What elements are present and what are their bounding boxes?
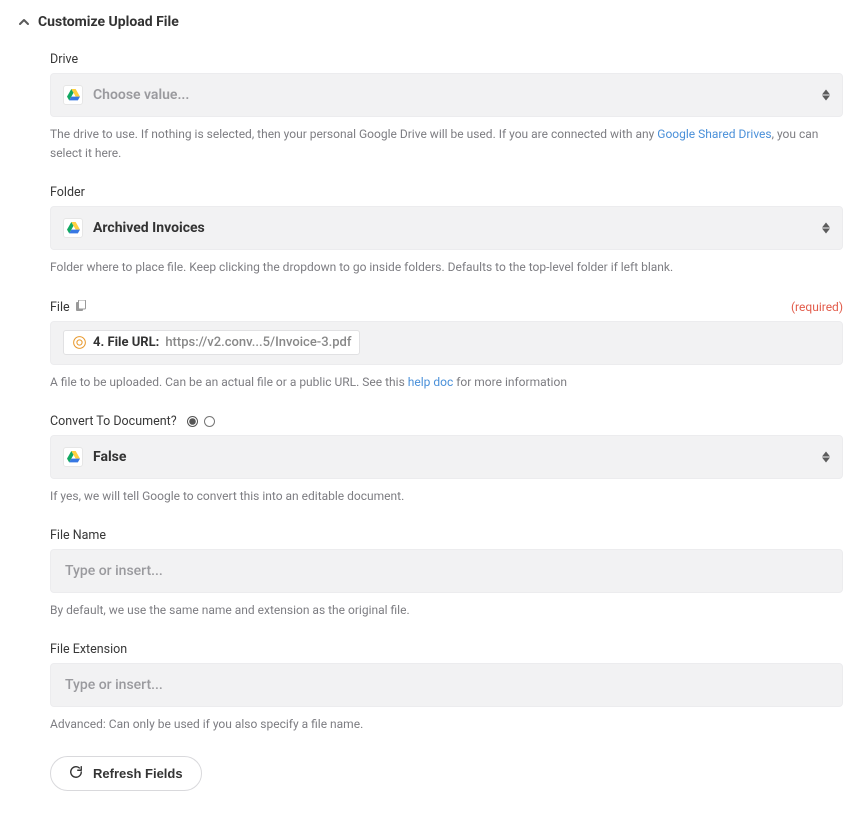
convert-value: False	[93, 449, 126, 465]
field-label-drive: Drive	[50, 52, 78, 67]
filename-help: By default, we use the same name and ext…	[50, 601, 843, 620]
drive-placeholder: Choose value...	[93, 87, 189, 103]
section-header[interactable]: Customize Upload File	[18, 14, 843, 30]
pill-label: 4. File URL:	[93, 335, 159, 350]
field-convert: Convert To Document? False If yes, we wi…	[50, 414, 843, 506]
folder-value: Archived Invoices	[93, 220, 205, 236]
updown-icon	[822, 223, 830, 234]
convert-radio-group	[187, 416, 215, 427]
filename-input[interactable]	[50, 549, 843, 593]
refresh-fields-button[interactable]: Refresh Fields	[50, 756, 202, 791]
field-label-fileext: File Extension	[50, 642, 127, 657]
google-drive-icon	[63, 447, 83, 467]
refresh-label: Refresh Fields	[93, 766, 183, 781]
pill-value: https://v2.conv...5/Invoice-3.pdf	[165, 335, 351, 350]
field-file: File (required) 4. File URL: https://v2.…	[50, 300, 843, 392]
file-help: A file to be uploaded. Can be an actual …	[50, 373, 843, 392]
help-doc-link[interactable]: help doc	[408, 375, 454, 389]
field-folder: Folder Archived Invoices Folder where to…	[50, 185, 843, 277]
mode-custom-radio[interactable]	[204, 416, 215, 427]
drive-help: The drive to use. If nothing is selected…	[50, 125, 843, 163]
convert-help: If yes, we will tell Google to convert t…	[50, 487, 843, 506]
field-filename: File Name By default, we use the same na…	[50, 528, 843, 620]
fields-container: Drive Choose value... The drive to use. …	[18, 52, 843, 791]
required-tag: (required)	[791, 300, 843, 314]
field-drive: Drive Choose value... The drive to use. …	[50, 52, 843, 163]
section-title: Customize Upload File	[38, 14, 179, 30]
mode-static-radio[interactable]	[187, 416, 198, 427]
folder-help: Folder where to place file. Keep clickin…	[50, 258, 843, 277]
fileext-input[interactable]	[50, 663, 843, 707]
field-label-filename: File Name	[50, 528, 106, 543]
file-url-pill[interactable]: 4. File URL: https://v2.conv...5/Invoice…	[63, 330, 360, 355]
refresh-icon	[69, 765, 83, 782]
field-label-convert: Convert To Document?	[50, 414, 215, 429]
fileext-help: Advanced: Can only be used if you also s…	[50, 715, 843, 734]
field-fileext: File Extension Advanced: Can only be use…	[50, 642, 843, 734]
field-label-folder: Folder	[50, 185, 85, 200]
convert-select[interactable]: False	[50, 435, 843, 479]
google-drive-icon	[63, 218, 83, 238]
updown-icon	[822, 90, 830, 101]
source-step-icon	[72, 335, 87, 350]
chevron-up-icon	[18, 16, 30, 28]
drive-select[interactable]: Choose value...	[50, 73, 843, 117]
field-label-file: File	[50, 300, 86, 315]
file-input[interactable]: 4. File URL: https://v2.conv...5/Invoice…	[50, 321, 843, 365]
google-drive-icon	[63, 85, 83, 105]
updown-icon	[822, 451, 830, 462]
shared-drives-link[interactable]: Google Shared Drives	[657, 127, 771, 141]
copy-icon	[76, 300, 86, 314]
folder-select[interactable]: Archived Invoices	[50, 206, 843, 250]
